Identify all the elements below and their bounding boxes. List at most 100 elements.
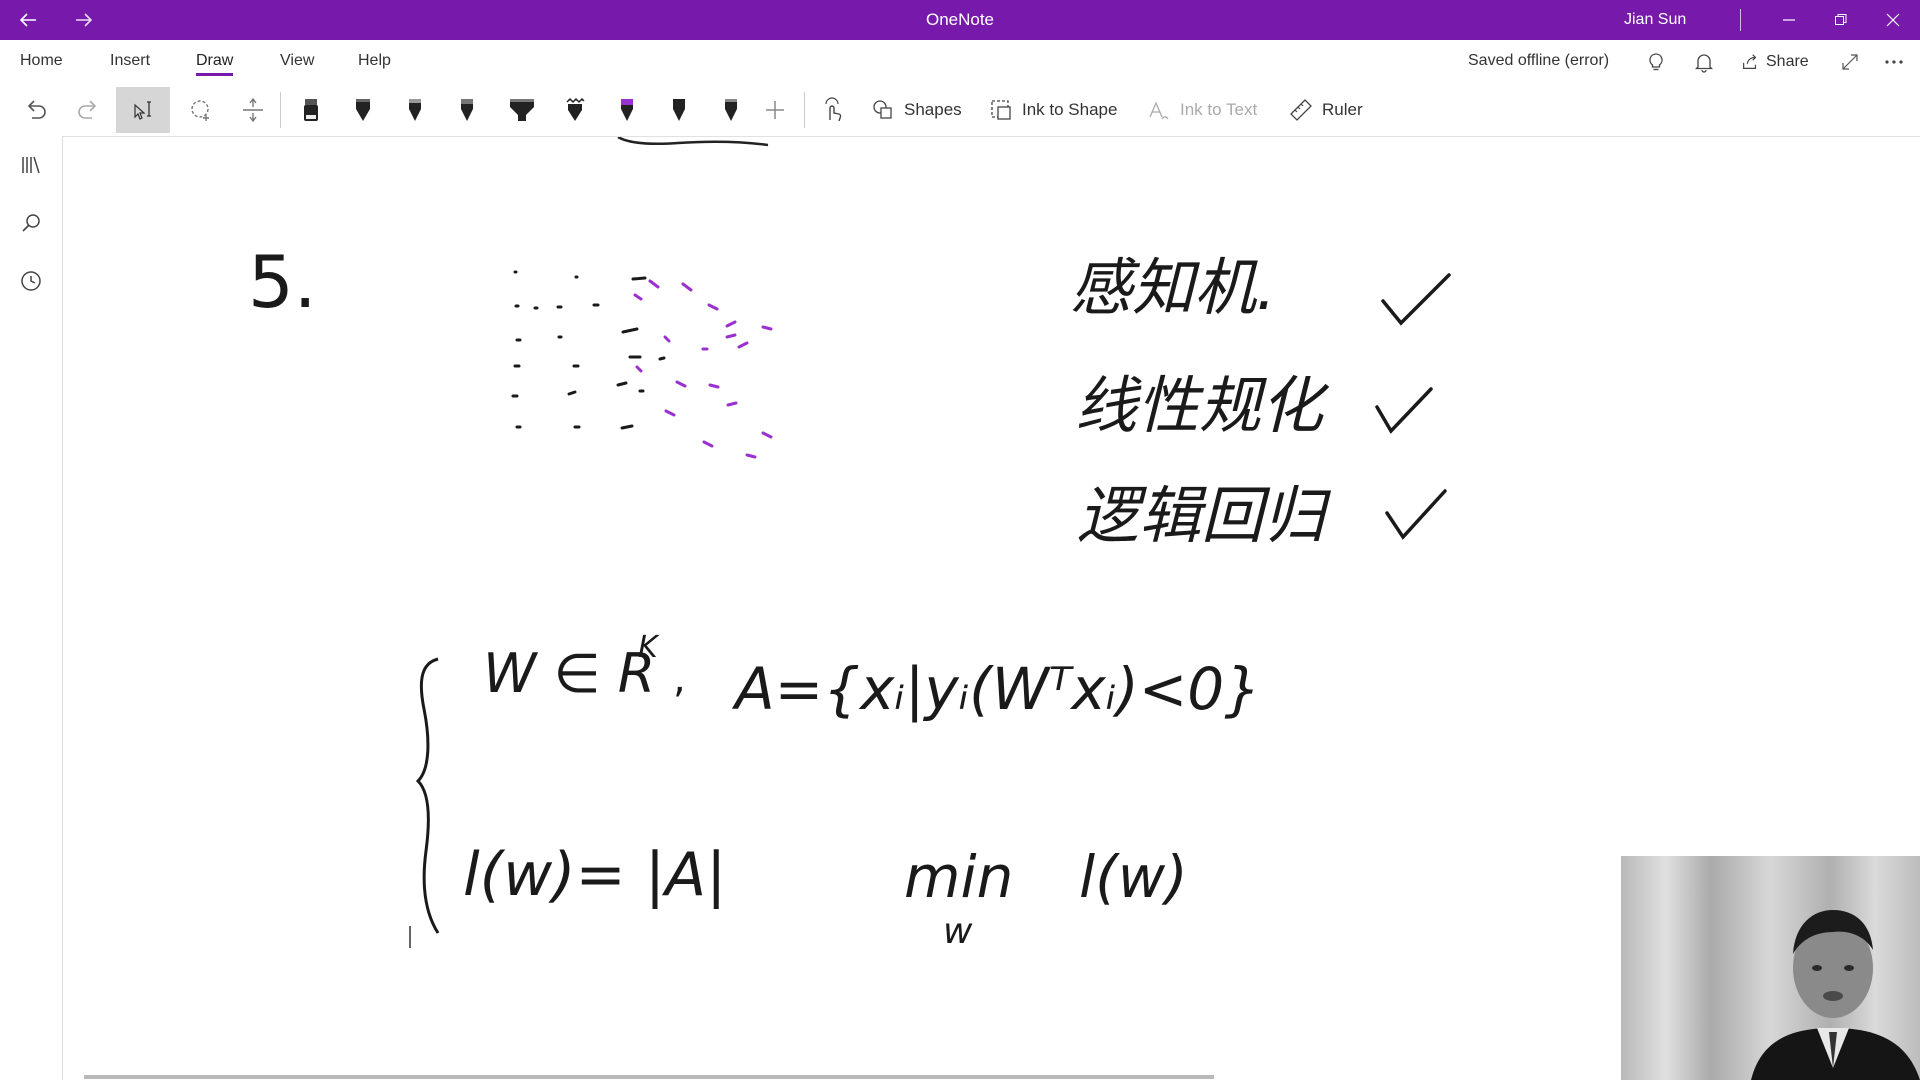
back-button[interactable] <box>8 0 48 40</box>
minimize-icon <box>1783 19 1795 21</box>
back-arrow-icon <box>19 13 36 27</box>
system-brace <box>415 657 440 934</box>
shapes-button[interactable]: Shapes <box>870 87 962 133</box>
lightbulb-icon <box>1649 53 1663 71</box>
scatter-points-purple <box>633 279 773 459</box>
pen-icon <box>461 99 473 121</box>
title-bar: OneNote Jian Sun <box>0 0 1920 40</box>
ink-to-text-icon <box>1149 101 1169 120</box>
search-button[interactable] <box>14 206 48 240</box>
title-separator <box>1740 9 1741 31</box>
ellipsis-icon <box>1885 60 1903 64</box>
add-pen-button[interactable] <box>752 87 798 133</box>
highlighter-icon <box>510 99 534 121</box>
eraser-icon <box>304 99 318 121</box>
pen-purple-button[interactable] <box>604 87 650 133</box>
lasso-icon <box>191 100 209 121</box>
ruler-label: Ruler <box>1322 100 1363 119</box>
ruler-icon <box>1290 99 1312 121</box>
formula-2-min: min <box>904 843 1013 911</box>
fullscreen-button[interactable] <box>1838 50 1862 74</box>
navigation-rail <box>0 136 63 1080</box>
ink-stroke-top <box>617 137 769 147</box>
pen-5-button[interactable] <box>708 87 754 133</box>
minimize-button[interactable] <box>1766 0 1812 40</box>
tell-me-button[interactable] <box>1644 50 1668 74</box>
pen-3-button[interactable] <box>444 87 490 133</box>
touch-draw-icon <box>825 97 842 122</box>
ruler-button[interactable]: Ruler <box>1288 87 1363 133</box>
checkmark-2-icon <box>1375 387 1433 434</box>
notifications-button[interactable] <box>1692 50 1716 74</box>
pen-squiggle-button[interactable] <box>552 87 598 133</box>
ink-to-text-button[interactable]: Ink to Text <box>1146 87 1257 133</box>
share-button[interactable]: Share <box>1740 52 1809 72</box>
notebooks-button[interactable] <box>14 148 48 182</box>
tab-view[interactable]: View <box>280 52 314 70</box>
shapes-icon <box>873 100 892 119</box>
bell-icon <box>1694 54 1714 73</box>
ink-to-shape-button[interactable]: Ink to Shape <box>988 87 1117 133</box>
checklist-item-1: 感知机. <box>1070 251 1276 324</box>
tab-draw[interactable]: Draw <box>196 52 234 76</box>
add-space-icon <box>243 97 263 123</box>
formula-1-right: A={xᵢ|yᵢ(Wᵀxᵢ)<0} <box>731 655 1261 723</box>
redo-icon <box>78 100 97 119</box>
tab-home[interactable]: Home <box>20 52 63 70</box>
expand-icon <box>1842 54 1858 70</box>
tab-insert[interactable]: Insert <box>110 52 150 70</box>
user-name[interactable]: Jian Sun <box>1624 0 1686 40</box>
highlighter-1-button[interactable] <box>496 87 548 133</box>
undo-button[interactable] <box>16 87 56 133</box>
webcam-overlay <box>1621 856 1920 1080</box>
draw-ribbon: Shapes Ink to Shape Ink to Text Ruler <box>0 84 1920 137</box>
checklist: 感知机. 线性规化 逻辑回归 <box>1070 251 1451 552</box>
sync-status[interactable]: Saved offline (error) <box>1468 52 1609 70</box>
checkmark-3-icon <box>1385 489 1447 540</box>
item-number: 5. <box>248 240 317 324</box>
touch-draw-button[interactable] <box>810 87 856 133</box>
search-icon <box>22 214 40 232</box>
horizontal-scrollbar[interactable] <box>84 1075 1214 1079</box>
undo-icon <box>27 100 46 119</box>
formula-2-left: l(w)= |A| <box>463 840 726 910</box>
scatter-points-black <box>511 270 666 430</box>
pen-icon <box>356 99 370 121</box>
checklist-item-3: 逻辑回归 <box>1077 479 1332 552</box>
pen-4-button[interactable] <box>656 87 702 133</box>
checkmark-1-icon <box>1381 273 1451 326</box>
redo-button[interactable] <box>68 87 108 133</box>
ink-to-text-label: Ink to Text <box>1180 100 1258 119</box>
more-options-button[interactable] <box>1882 50 1906 74</box>
cursor-select-icon <box>134 101 151 120</box>
close-icon <box>1886 13 1900 27</box>
forward-button[interactable] <box>64 0 104 40</box>
add-space-button[interactable] <box>230 87 276 133</box>
recent-icon <box>21 271 41 291</box>
pen-icon <box>566 97 585 121</box>
close-button[interactable] <box>1870 0 1916 40</box>
notebooks-icon <box>22 156 40 174</box>
formula-1-left: W ∈ R <box>483 642 655 705</box>
pen-2-button[interactable] <box>392 87 438 133</box>
forward-arrow-icon <box>76 13 93 27</box>
eraser-button[interactable] <box>288 87 334 133</box>
pen-1-button[interactable] <box>340 87 386 133</box>
presenter-video <box>1621 856 1920 1080</box>
formula-1-comma: , <box>673 656 686 702</box>
share-label: Share <box>1766 53 1809 70</box>
menu-bar: Home Insert Draw View Help Saved offline… <box>0 40 1920 84</box>
type-select-button[interactable] <box>116 87 170 133</box>
formula-1-superscript: K <box>638 630 660 665</box>
lasso-select-button[interactable] <box>178 87 224 133</box>
pen-icon <box>409 99 421 121</box>
recent-button[interactable] <box>14 264 48 298</box>
pen-icon <box>621 99 633 121</box>
ribbon-separator <box>280 92 281 128</box>
pen-icon <box>673 99 685 121</box>
pen-icon <box>725 99 737 121</box>
tab-help[interactable]: Help <box>358 52 391 70</box>
restore-button[interactable] <box>1818 0 1864 40</box>
checklist-item-2: 线性规化 <box>1075 369 1330 442</box>
sync-status-label: Saved offline (error) <box>1468 52 1610 69</box>
